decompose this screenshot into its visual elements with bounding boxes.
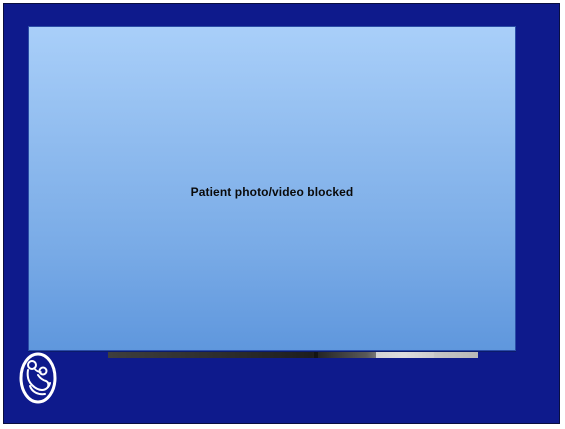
- blocked-media-panel: Patient photo/video blocked: [28, 26, 516, 351]
- presentation-slide: Patient photo/video blocked: [4, 4, 559, 423]
- mother-and-child-seal-icon: [18, 350, 58, 406]
- blocked-message: Patient photo/video blocked: [190, 185, 354, 199]
